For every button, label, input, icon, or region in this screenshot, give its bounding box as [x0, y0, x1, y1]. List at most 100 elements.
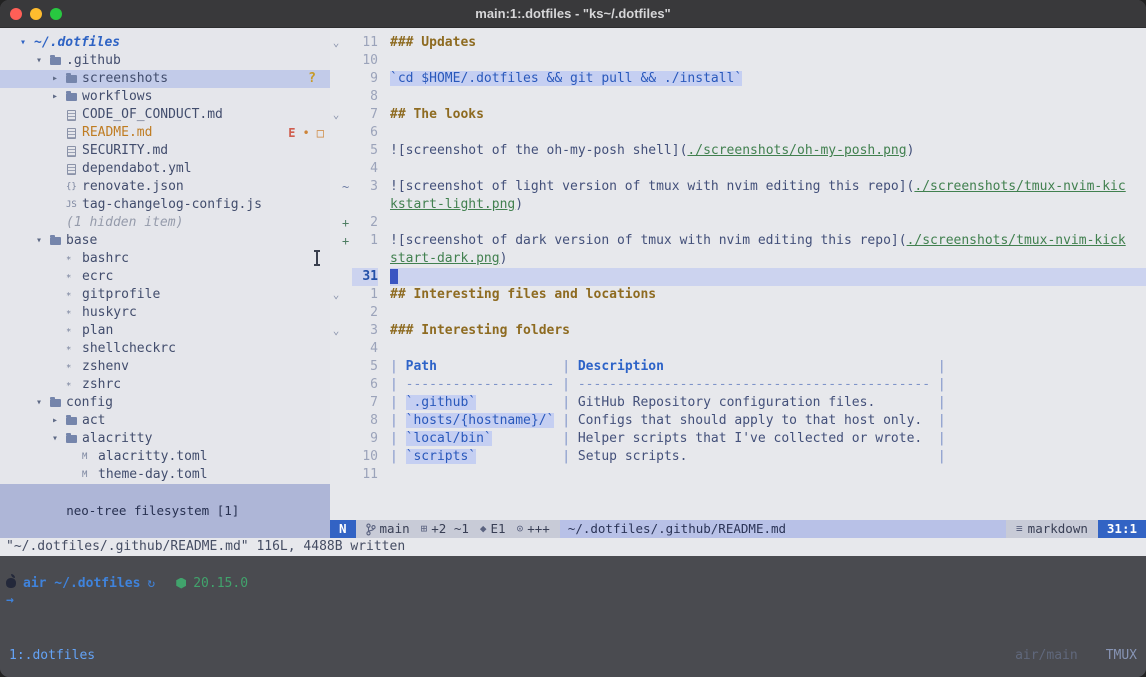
tree-item-screenshots[interactable]: ▸screenshots?	[0, 70, 330, 88]
tree-item-plan[interactable]: ∗plan	[0, 322, 330, 340]
tree-item-theme-day.toml[interactable]: Mtheme-day.toml	[0, 466, 330, 484]
tree-item-renovate.json[interactable]: {}renovate.json	[0, 178, 330, 196]
tree-item-base[interactable]: ▾base	[0, 232, 330, 250]
tree-item-shellcheckrc[interactable]: ∗shellcheckrc	[0, 340, 330, 358]
editor-line[interactable]: 6	[330, 124, 1146, 142]
editor-line[interactable]: +2	[330, 214, 1146, 232]
line-number	[352, 196, 378, 214]
prompt-input-line[interactable]: →	[6, 593, 1140, 611]
file-shell-icon: ∗	[66, 268, 82, 286]
editor-line[interactable]: 6| ------------------- | ---------------…	[330, 376, 1146, 394]
line-text: ### Interesting folders	[390, 322, 1146, 340]
line-number: 11	[352, 34, 378, 52]
editor-line[interactable]: 7| `.github` | GitHub Repository configu…	[330, 394, 1146, 412]
sign-column	[342, 340, 352, 358]
sign-column	[342, 124, 352, 142]
line-text: | `local/bin` | Helper scripts that I've…	[390, 430, 1146, 448]
editor-line[interactable]: 5| Path | Description |	[330, 358, 1146, 376]
shell-pane[interactable]: air ~/.dotfiles ↻ 20.15.0 →	[0, 556, 1146, 647]
editor-line[interactable]: ⌄1## Interesting files and locations	[330, 286, 1146, 304]
tmux-window-name[interactable]: 1:.dotfiles	[9, 647, 95, 665]
editor-line[interactable]: +1![screenshot of dark version of tmux w…	[330, 232, 1146, 250]
chevron-expanded-icon[interactable]: ▾	[52, 430, 66, 448]
tree-item-bashrc[interactable]: ∗bashrc	[0, 250, 330, 268]
editor-line[interactable]: ~3![screenshot of light version of tmux …	[330, 178, 1146, 196]
tree-item-alacritty.toml[interactable]: Malacritty.toml	[0, 448, 330, 466]
chevron-collapsed-icon[interactable]: ▸	[52, 88, 66, 106]
sign-column	[342, 106, 352, 124]
git-sign: ~	[342, 178, 352, 196]
line-text: kstart-light.png)	[390, 196, 1146, 214]
tree-item-gitprofile[interactable]: ∗gitprofile	[0, 286, 330, 304]
chevron-expanded-icon[interactable]: ▾	[36, 52, 50, 70]
editor-line[interactable]: ⌄7## The looks	[330, 106, 1146, 124]
chevron-expanded-icon[interactable]: ▾	[20, 34, 34, 52]
tree-item-act[interactable]: ▸ act	[0, 412, 330, 430]
tree-item-README.md[interactable]: README.mdE•□	[0, 124, 330, 142]
tree-item-workflows[interactable]: ▸workflows	[0, 88, 330, 106]
fold-marker-icon[interactable]: ⌄	[330, 34, 342, 52]
tree-item-huskyrc[interactable]: ∗huskyrc	[0, 304, 330, 322]
tree-item-~.dotfiles[interactable]: ▾~/.dotfiles	[0, 34, 330, 52]
editor-line[interactable]: 10| `scripts` | Setup scripts. |	[330, 448, 1146, 466]
editor-line[interactable]: 4	[330, 340, 1146, 358]
fullscreen-button[interactable]	[50, 8, 62, 20]
neo-tree-status-text: neo-tree filesystem [1]	[66, 503, 239, 518]
tree-item-dependabot.yml[interactable]: dependabot.yml	[0, 160, 330, 178]
tree-item-alacritty[interactable]: ▾alacritty	[0, 430, 330, 448]
tree-item-SECURITY.md[interactable]: SECURITY.md	[0, 142, 330, 160]
editor-line[interactable]: 4	[330, 160, 1146, 178]
file-status-marks: E•□	[288, 124, 324, 142]
tree-item-.github[interactable]: ▾.github	[0, 52, 330, 70]
folder-icon	[66, 417, 77, 425]
tree-item-tag-changelog-config.js[interactable]: JStag-changelog-config.js	[0, 196, 330, 214]
minimize-button[interactable]	[30, 8, 42, 20]
editor-line[interactable]: 9| `local/bin` | Helper scripts that I'v…	[330, 430, 1146, 448]
command-line-message: "~/.dotfiles/.github/README.md" 116L, 44…	[0, 538, 1146, 556]
line-text: ![screenshot of the oh-my-posh shell](./…	[390, 142, 1146, 160]
fold-column	[330, 70, 342, 88]
editor-line[interactable]: ⌄3### Interesting folders	[330, 322, 1146, 340]
tree-item-config[interactable]: ▾config	[0, 394, 330, 412]
editor-line[interactable]: 10	[330, 52, 1146, 70]
editor-line[interactable]: kstart-light.png)	[330, 196, 1146, 214]
tree-item-ecrc[interactable]: ∗ecrc	[0, 268, 330, 286]
indent-spacer	[52, 250, 66, 268]
shell-prompt: air ~/.dotfiles ↻ 20.15.0	[6, 574, 1140, 592]
fold-marker-icon[interactable]: ⌄	[330, 286, 342, 304]
line-number: 3	[352, 178, 378, 196]
chevron-expanded-icon[interactable]: ▾	[36, 232, 50, 250]
editor-line[interactable]: 8| `hosts/{hostname}/` | Configs that sh…	[330, 412, 1146, 430]
file-shell-icon: ∗	[66, 250, 82, 268]
tmux-session-path: air/main	[1015, 647, 1078, 665]
document-icon	[67, 146, 76, 157]
close-button[interactable]	[10, 8, 22, 20]
sign-column	[342, 466, 352, 484]
tree-item-zshrc[interactable]: ∗zshrc	[0, 376, 330, 394]
line-text	[390, 340, 1146, 358]
tree-item-label: act	[82, 412, 105, 430]
editor-line[interactable]: start-dark.png)	[330, 250, 1146, 268]
editor-line[interactable]: 11	[330, 466, 1146, 484]
tree-item-label: plan	[82, 322, 113, 340]
fold-column	[330, 52, 342, 70]
file-toml-icon: M	[82, 448, 98, 466]
tree-item-zshenv[interactable]: ∗zshenv	[0, 358, 330, 376]
editor-line[interactable]: 2	[330, 304, 1146, 322]
editor-line[interactable]: ⌄11### Updates	[330, 34, 1146, 52]
editor-line-current[interactable]: 31	[330, 268, 1146, 286]
tree-item-CODE_OF_CONDUCT.md[interactable]: CODE_OF_CONDUCT.md	[0, 106, 330, 124]
tree-item-label: SECURITY.md	[82, 142, 168, 160]
sign-column	[342, 394, 352, 412]
chevron-expanded-icon[interactable]: ▾	[36, 394, 50, 412]
folder-icon	[50, 237, 61, 245]
chevron-collapsed-icon[interactable]: ▸	[52, 70, 66, 88]
diagnostics-icon: ◆	[480, 520, 487, 538]
tree-item-1hiddenitem[interactable]: (1 hidden item)	[0, 214, 330, 232]
editor-line[interactable]: 8	[330, 88, 1146, 106]
chevron-collapsed-icon[interactable]: ▸	[52, 412, 66, 430]
fold-marker-icon[interactable]: ⌄	[330, 322, 342, 340]
editor-line[interactable]: 9`cd $HOME/.dotfiles && git pull && ./in…	[330, 70, 1146, 88]
fold-marker-icon[interactable]: ⌄	[330, 106, 342, 124]
editor-line[interactable]: 5![screenshot of the oh-my-posh shell](.…	[330, 142, 1146, 160]
